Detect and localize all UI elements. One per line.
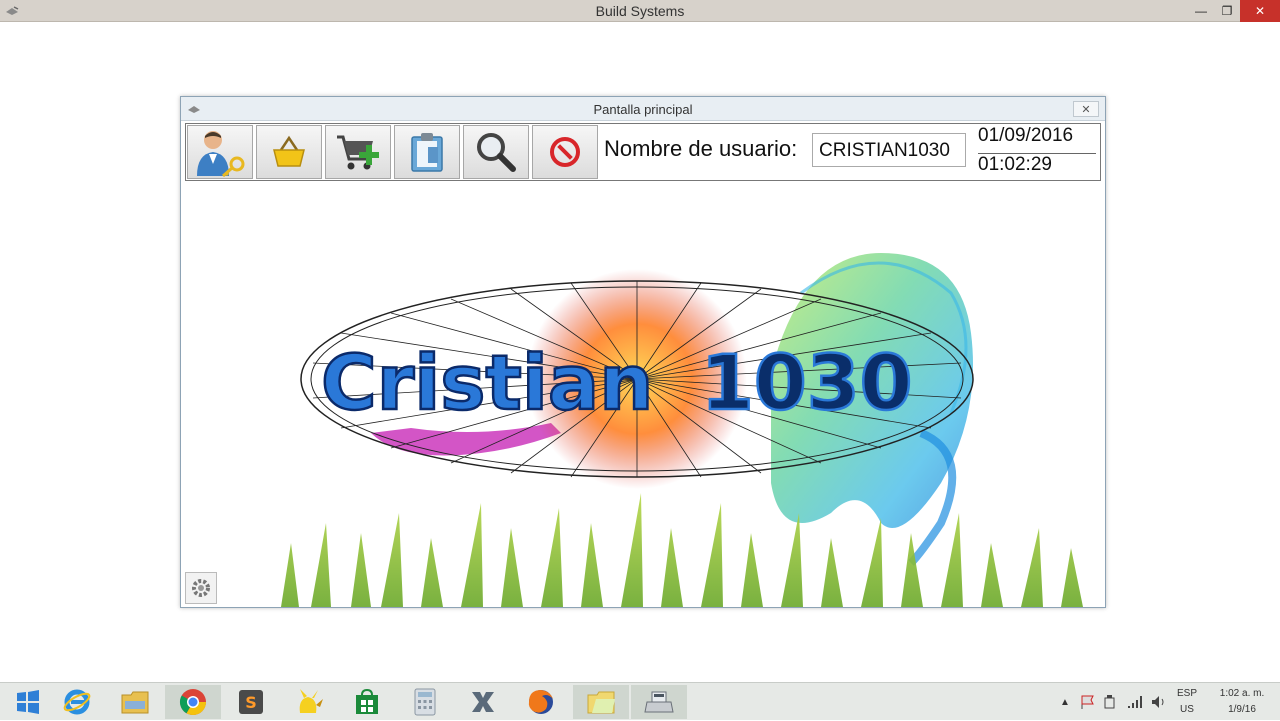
window-title: Build Systems <box>595 3 685 19</box>
grass-decoration <box>281 493 1083 607</box>
time-display: 01:02:29 <box>978 154 1052 175</box>
stop-icon <box>550 137 580 167</box>
gear-icon <box>192 579 210 597</box>
start-button[interactable] <box>0 685 56 719</box>
language-indicator[interactable]: ESP <box>1172 688 1202 699</box>
chrome-icon <box>179 689 207 716</box>
network-icon[interactable] <box>1126 683 1144 721</box>
minimize-button[interactable]: — <box>1188 0 1214 22</box>
tray-show-hidden[interactable]: ▲ <box>1060 683 1070 721</box>
folder-icon <box>121 691 149 714</box>
taskbar-chrome[interactable] <box>165 685 221 719</box>
logo-text-name: Cristian <box>321 338 653 427</box>
taskbar: S ▲ ESP US 1:02 a. m. 1/9/16 <box>0 682 1280 720</box>
users-button[interactable] <box>187 125 253 179</box>
taskbar-folder-app[interactable] <box>573 685 629 719</box>
taskbar-pikachu[interactable] <box>281 685 337 719</box>
clipboard-icon <box>411 133 443 172</box>
main-dialog: Pantalla principal ✕ Nombre de usuario: … <box>180 96 1106 608</box>
folder-icon <box>587 691 615 714</box>
clock-date[interactable]: 1/9/16 <box>1208 704 1276 715</box>
window-titlebar: Build Systems — ❐ ✕ <box>0 0 1280 22</box>
taskbar-ie[interactable] <box>49 685 105 719</box>
magnifier-icon <box>477 133 516 172</box>
clock-time[interactable]: 1:02 a. m. <box>1208 688 1276 699</box>
taskbar-xampp[interactable] <box>455 685 511 719</box>
toolbar: Nombre de usuario: CRISTIAN1030 01/09/20… <box>185 123 1101 181</box>
flag-icon[interactable] <box>1080 683 1096 721</box>
sublime-icon: S <box>239 690 263 714</box>
taskbar-file-explorer[interactable] <box>107 685 163 719</box>
exit-button[interactable] <box>532 125 598 179</box>
maximize-button[interactable]: ❐ <box>1214 0 1240 22</box>
pikachu-icon <box>299 689 323 713</box>
dialog-title: Pantalla principal <box>593 102 693 117</box>
firefox-icon <box>528 690 553 714</box>
taskbar-calculator[interactable] <box>397 685 453 719</box>
register-icon <box>644 691 674 713</box>
windows-icon <box>17 690 39 714</box>
taskbar-store[interactable] <box>339 685 395 719</box>
keyboard-layout[interactable]: US <box>1172 704 1202 715</box>
dialog-titlebar: Pantalla principal ✕ <box>181 97 1105 121</box>
xampp-icon <box>472 692 494 712</box>
basket-icon <box>273 135 305 167</box>
store-icon <box>356 688 378 714</box>
user-key-icon <box>197 131 245 178</box>
products-button[interactable] <box>256 125 322 179</box>
date-display: 01/09/2016 <box>978 125 1074 146</box>
ie-icon <box>63 689 91 715</box>
cart-add-icon <box>337 135 379 170</box>
add-sale-button[interactable] <box>325 125 391 179</box>
close-button[interactable]: ✕ <box>1240 0 1280 22</box>
dialog-close-button[interactable]: ✕ <box>1073 101 1099 117</box>
taskbar-cash-register[interactable] <box>631 685 687 719</box>
taskbar-sublime[interactable]: S <box>223 685 279 719</box>
logo-text-number: 1030 <box>701 338 913 427</box>
reports-button[interactable] <box>394 125 460 179</box>
username-field[interactable]: CRISTIAN1030 <box>812 133 966 167</box>
taskbar-firefox[interactable] <box>513 685 569 719</box>
volume-icon[interactable] <box>1150 683 1168 721</box>
username-label: Nombre de usuario: <box>604 136 798 161</box>
logo-area: Cristian 1030 <box>181 183 1105 607</box>
power-icon[interactable] <box>1102 683 1118 721</box>
settings-button[interactable] <box>185 572 217 604</box>
calculator-icon <box>414 688 436 716</box>
search-button[interactable] <box>463 125 529 179</box>
svg-text:S: S <box>245 693 257 712</box>
logo-image: Cristian 1030 <box>281 253 1083 607</box>
